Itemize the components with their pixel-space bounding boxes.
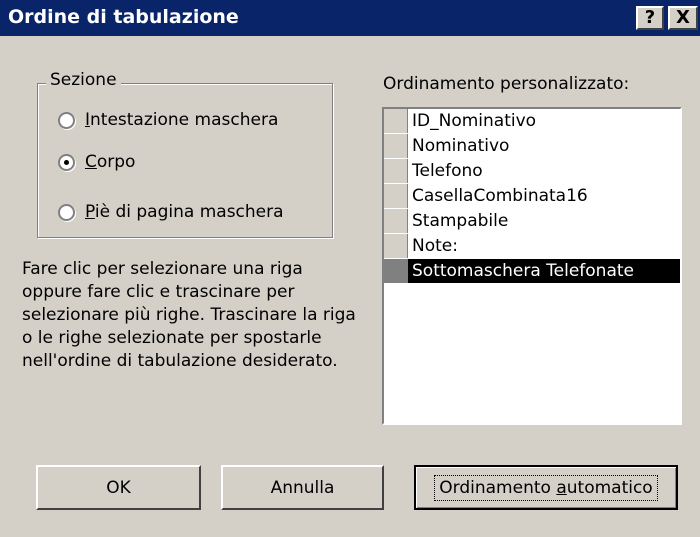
title-bar: Ordine di tabulazione ? X: [0, 0, 700, 36]
close-button[interactable]: X: [668, 6, 698, 30]
row-selector[interactable]: [384, 234, 408, 258]
cancel-button[interactable]: Annulla: [221, 465, 384, 510]
window-title: Ordine di tabulazione: [8, 6, 239, 28]
radio-circle-checked[interactable]: [58, 153, 75, 171]
row-selector[interactable]: [384, 209, 408, 233]
row-selector[interactable]: [384, 159, 408, 183]
auto-order-button-label: Ordinamento automatico: [434, 474, 658, 501]
row-selector[interactable]: [384, 259, 408, 283]
auto-order-button[interactable]: Ordinamento automatico: [414, 465, 678, 510]
list-item-label: CasellaCombinata16: [412, 186, 588, 206]
custom-order-list[interactable]: ID_Nominativo Nominativo Telefono CasellaCo…: [382, 107, 682, 425]
list-item[interactable]: Sottomaschera Telefonate: [384, 259, 680, 284]
list-item-label: Nominativo: [412, 136, 510, 156]
radio-intestazione-label: Intestazione maschera: [85, 110, 279, 130]
radio-pie-di-pagina[interactable]: Piè di pagina maschera: [58, 200, 284, 224]
custom-order-label: Ordinamento personalizzato:: [383, 74, 630, 94]
list-item-label: Note:: [412, 236, 458, 256]
list-item-label: Stampabile: [412, 211, 509, 231]
list-item-label: Telefono: [412, 161, 483, 181]
radio-circle[interactable]: [58, 203, 75, 221]
list-item-label: ID_Nominativo: [412, 111, 537, 131]
list-item[interactable]: Telefono: [384, 159, 680, 184]
list-item[interactable]: Note:: [384, 234, 680, 259]
radio-circle[interactable]: [58, 111, 75, 129]
radio-corpo-label: Corpo: [85, 152, 136, 172]
section-label: Sezione: [46, 70, 121, 90]
radio-corpo[interactable]: Corpo: [58, 150, 135, 174]
radio-intestazione[interactable]: Intestazione maschera: [58, 108, 278, 132]
cancel-button-label: Annulla: [270, 477, 335, 498]
list-item[interactable]: ID_Nominativo: [384, 109, 680, 134]
radio-pie-label: Piè di pagina maschera: [85, 202, 284, 222]
help-button[interactable]: ?: [636, 6, 664, 30]
ok-button-label: OK: [106, 477, 131, 498]
list-item[interactable]: Nominativo: [384, 134, 680, 159]
list-item[interactable]: CasellaCombinata16: [384, 184, 680, 209]
ok-button[interactable]: OK: [36, 465, 201, 510]
row-selector[interactable]: [384, 109, 408, 133]
row-selector[interactable]: [384, 134, 408, 158]
row-selector[interactable]: [384, 184, 408, 208]
list-item[interactable]: Stampabile: [384, 209, 680, 234]
list-item-label: Sottomaschera Telefonate: [412, 261, 634, 281]
help-text: Fare clic per selezionare una riga oppur…: [22, 259, 356, 371]
